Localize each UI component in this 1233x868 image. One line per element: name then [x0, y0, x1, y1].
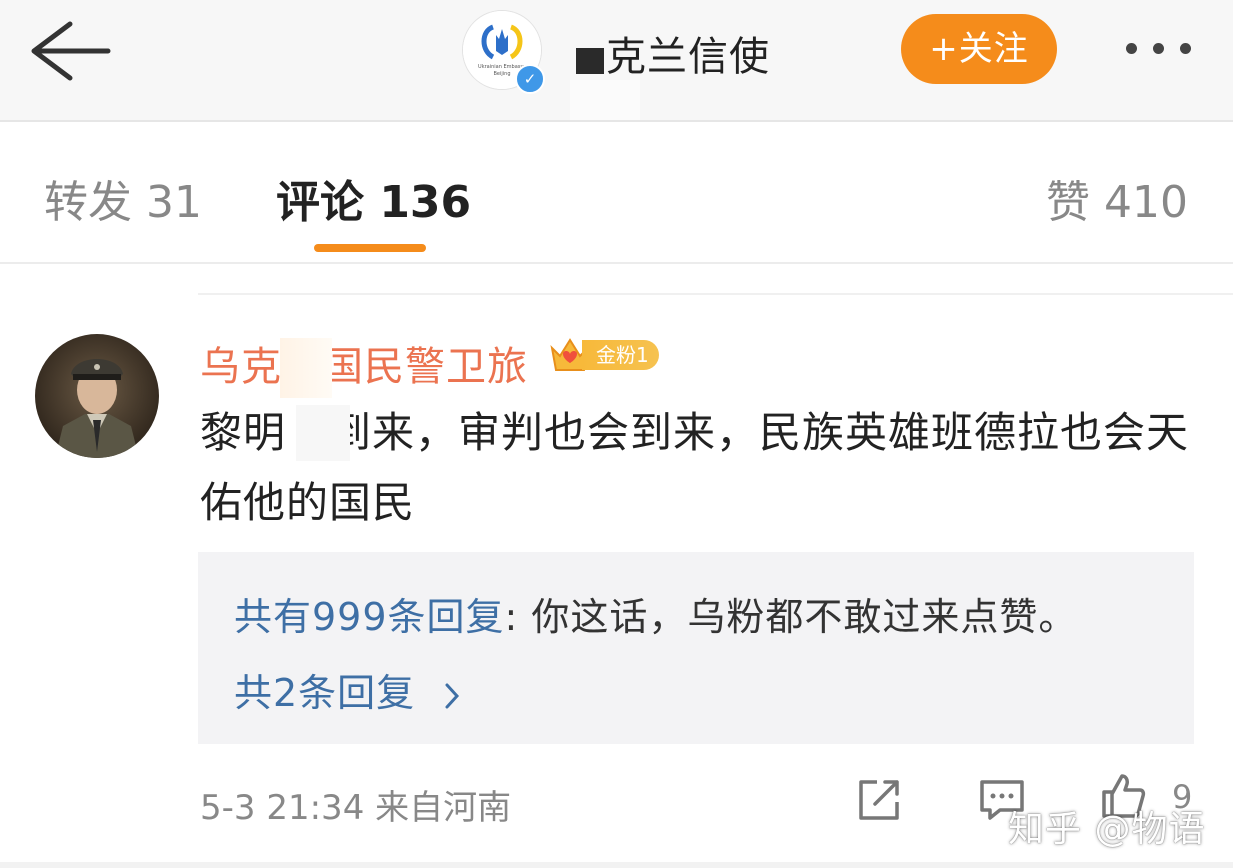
bottom-divider — [0, 862, 1233, 868]
reply-separator: : — [504, 595, 532, 639]
commenter-name[interactable]: 乌克 国民警卫旅 — [200, 334, 528, 392]
view-all-replies-label: 共2条回复 — [234, 671, 416, 715]
reply-author[interactable]: 共有999条回复 — [234, 595, 505, 639]
back-arrow-icon[interactable] — [26, 16, 112, 86]
verified-badge-icon: ✓ — [515, 64, 545, 94]
tab-comments[interactable]: 评论 136 — [276, 166, 471, 230]
redaction-block — [576, 48, 604, 74]
tab-likes[interactable]: 赞 410 — [1046, 166, 1188, 230]
redaction-mask — [570, 80, 640, 120]
reply-preview-line: 共有999条回复: 你这话，乌粉都不敢过来点赞。 — [234, 586, 1077, 641]
commenter-avatar[interactable] — [35, 334, 159, 458]
fan-badge-label: 金粉1 — [582, 340, 659, 370]
chevron-right-icon — [445, 683, 460, 708]
follow-button[interactable]: +关注 — [901, 14, 1057, 84]
more-options-icon[interactable] — [1118, 32, 1202, 66]
redaction-mask — [280, 338, 332, 398]
avatar-caption-line2: Beijing — [493, 71, 510, 77]
reply-content: 你这话，乌粉都不敢过来点赞。 — [531, 595, 1078, 639]
fan-badge[interactable]: 金粉1 — [548, 336, 660, 374]
share-icon[interactable] — [855, 778, 901, 822]
redaction-mask — [296, 405, 350, 461]
active-tab-indicator — [314, 244, 426, 252]
account-name[interactable]: 克兰信使 — [606, 24, 770, 82]
tab-repost[interactable]: 转发 31 — [44, 166, 202, 230]
top-bar: Ukrainian Embassy Beijing ✓ 克兰信使 +关注 — [0, 0, 1233, 122]
view-all-replies-link[interactable]: 共2条回复 — [234, 662, 462, 717]
tab-bar: 转发 31 评论 136 赞 410 — [0, 122, 1233, 264]
reply-preview-box[interactable]: 共有999条回复: 你这话，乌粉都不敢过来点赞。 共2条回复 — [198, 552, 1194, 744]
divider — [198, 293, 1233, 295]
watermark: 知乎 @物语 — [1008, 809, 1206, 850]
comment-timestamp-location: 5-3 21:34 来自河南 — [200, 788, 512, 828]
comment-text: 黎明 到来，审判也会到来，民族英雄班德拉也会天佑他的国民 — [200, 408, 1190, 527]
